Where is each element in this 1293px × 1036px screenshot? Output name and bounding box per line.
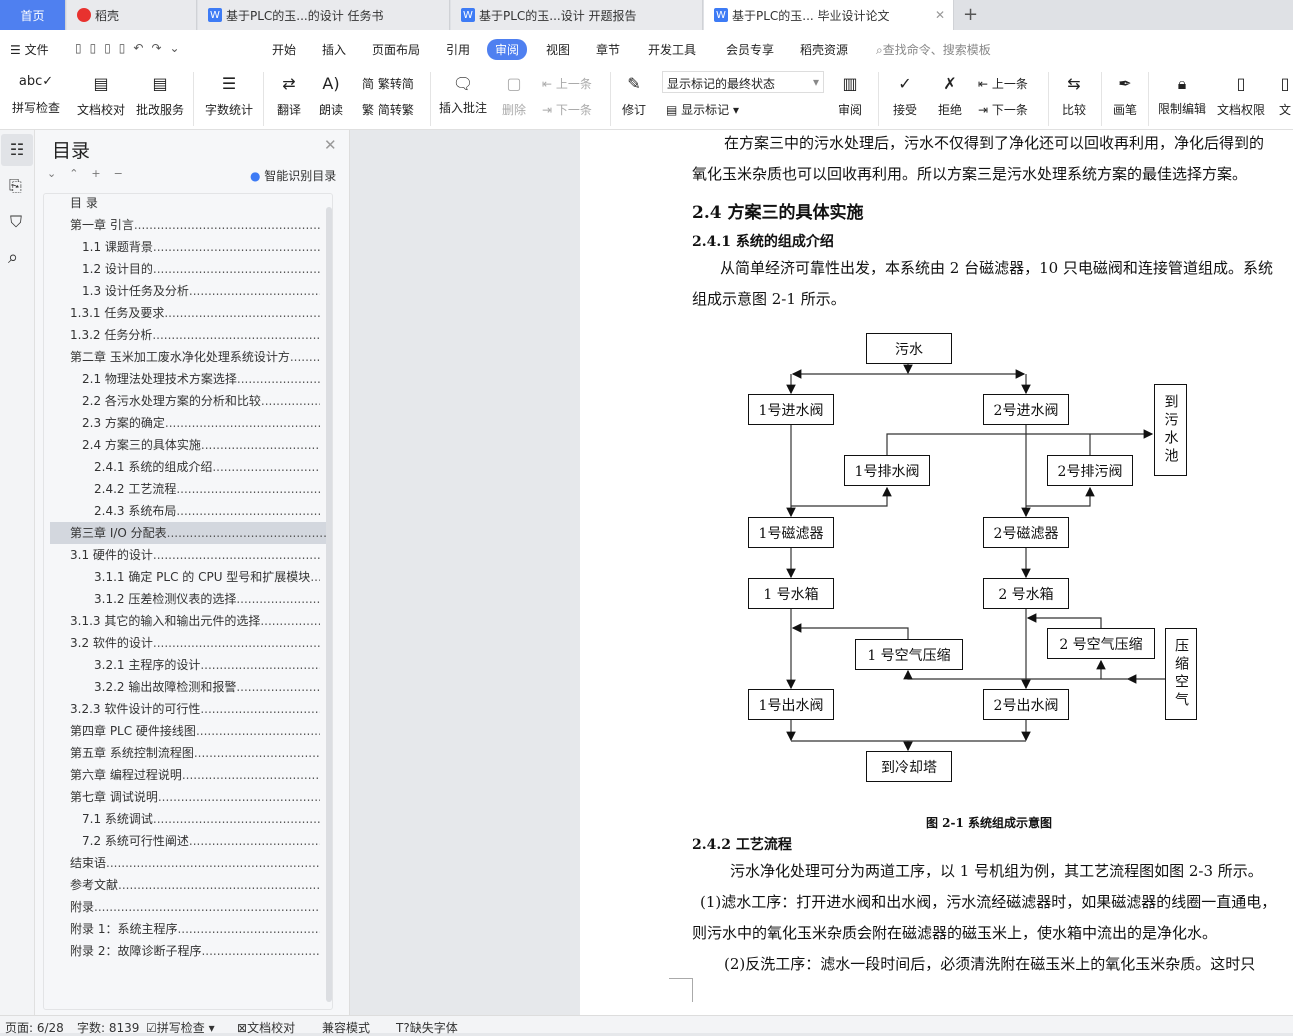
node-filter-2: 2号磁滤器 <box>983 517 1069 548</box>
compat-mode[interactable]: 兼容模式 <box>322 1019 370 1036</box>
node-inlet-valve-1: 1号进水阀 <box>748 394 834 425</box>
node-sewage-pool: 到污水池 <box>1154 384 1187 476</box>
node-cooling-tower: 到冷却塔 <box>866 751 952 782</box>
node-drain-valve-2: 2号排污阀 <box>1047 455 1133 486</box>
paragraph: (1)滤水工序：打开进水阀和出水阀，污水流经磁滤器时，如果磁滤器的线圈一直通电， <box>700 893 1277 911</box>
heading-2-4-2: 2.4.2 工艺流程 <box>692 837 792 853</box>
node-drain-valve-1: 1号排水阀 <box>844 455 930 486</box>
page-indicator[interactable]: 页面: 6/28 <box>5 1019 64 1036</box>
node-air-compressor-1: 1 号空气压缩 <box>855 639 963 670</box>
spell-check-status[interactable]: ☑拼写检查 ▾ <box>146 1019 215 1036</box>
missing-font[interactable]: T?缺失字体 <box>396 1019 458 1036</box>
page-corner-mark <box>669 978 693 1002</box>
node-label: 压缩空气 <box>1173 638 1189 710</box>
node-air-compressor-2: 2 号空气压缩 <box>1047 628 1155 659</box>
figure-caption: 图 2-1 系统组成示意图 <box>926 816 1053 830</box>
node-label: 到污水池 <box>1162 394 1179 466</box>
node-tank-1: 1 号水箱 <box>748 578 834 609</box>
proof-status[interactable]: ⊠文档校对 <box>237 1019 295 1036</box>
node-sewage: 污水 <box>866 333 952 364</box>
node-inlet-valve-2: 2号进水阀 <box>983 394 1069 425</box>
node-outlet-valve-2: 2号出水阀 <box>983 689 1069 720</box>
paragraph: 污水净化处理可分为两道工序，以 1 号机组为例，其工艺流程图如图 2-3 所示。 <box>730 862 1263 880</box>
node-outlet-valve-1: 1号出水阀 <box>748 689 834 720</box>
paragraph: (2)反洗工序：滤水一段时间后，必须清洗附在磁玉米上的氧化玉米杂质。这时只 <box>724 955 1256 973</box>
node-tank-2: 2 号水箱 <box>983 578 1069 609</box>
node-compressed-air: 压缩空气 <box>1165 628 1197 720</box>
word-count[interactable]: 字数: 8139 <box>77 1019 139 1036</box>
status-bar: 页面: 6/28 字数: 8139 ☑拼写检查 ▾ ⊠文档校对 兼容模式 T?缺… <box>0 1015 1293 1036</box>
node-filter-1: 1号磁滤器 <box>748 517 834 548</box>
paragraph: 则污水中的氧化玉米杂质会附在磁滤器的磁玉米上，使水箱中流出的是净化水。 <box>692 924 1218 942</box>
